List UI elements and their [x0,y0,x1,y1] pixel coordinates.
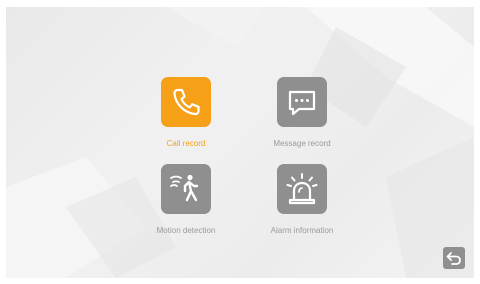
motion-detection-tile[interactable]: Motion detection [126,164,246,254]
motion-detection-label: Motion detection [156,226,216,235]
call-record-button[interactable] [161,77,211,127]
message-record-tile[interactable]: Message record [242,77,362,167]
phone-icon [173,88,200,116]
motion-detection-button[interactable] [161,164,211,214]
message-icon [288,90,316,116]
alarm-information-label: Alarm information [270,226,334,235]
motion-person-icon [170,174,199,202]
alarm-information-tile[interactable]: Alarm information [242,164,362,254]
alarm-siren-icon [286,173,318,205]
call-record-label: Call record [166,139,206,148]
alarm-information-button[interactable] [277,164,327,214]
menu-screen: Call record Message record Motion detect… [6,7,474,278]
call-record-tile[interactable]: Call record [126,77,246,167]
back-button[interactable] [443,247,465,269]
message-record-button[interactable] [277,77,327,127]
message-record-label: Message record [273,139,331,148]
back-arrow-icon [446,252,461,265]
